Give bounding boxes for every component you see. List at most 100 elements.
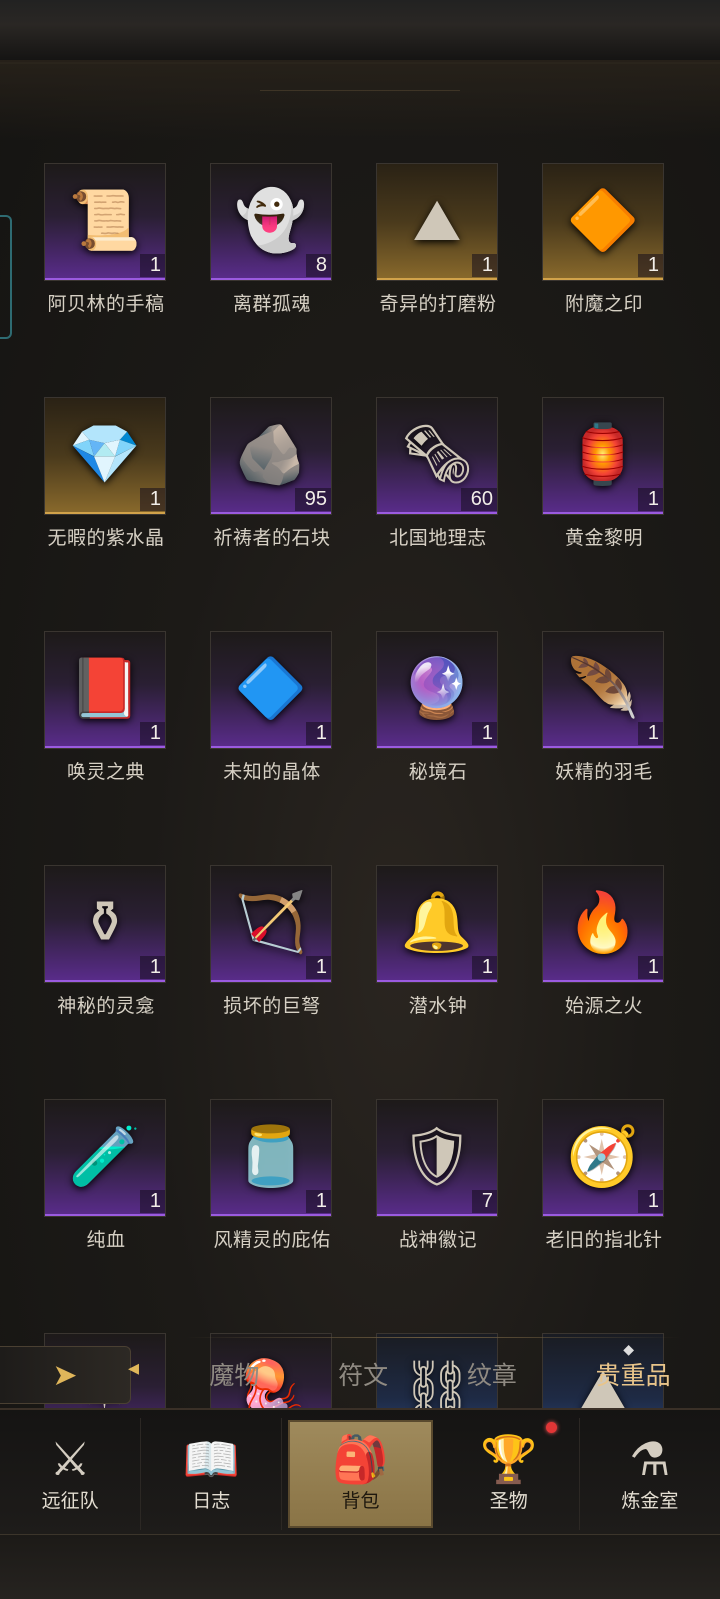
category-tab[interactable]: 符文 bbox=[332, 1356, 394, 1392]
item-tile[interactable]: 🫙 1 bbox=[210, 1099, 332, 1217]
item-tile[interactable]: 🏮 1 bbox=[542, 397, 664, 515]
item-quantity: 1 bbox=[471, 955, 497, 979]
item-quantity: 1 bbox=[637, 253, 663, 277]
item-name: 纯血 bbox=[86, 1229, 126, 1251]
category-tabs: 魔物 符文 纹章 贵重品 ◆ bbox=[170, 1342, 710, 1402]
top-ornament bbox=[260, 90, 460, 131]
item-tile[interactable]: 📕 1 bbox=[44, 631, 166, 749]
category-tab[interactable]: 魔物 bbox=[203, 1356, 265, 1392]
item-tile[interactable]: 👻 8 bbox=[210, 163, 332, 281]
quantity-bar: 7 bbox=[377, 1188, 497, 1214]
arrow-icon: ➤ bbox=[52, 1357, 78, 1393]
journal-icon: 📖 bbox=[182, 1431, 240, 1486]
inventory-slot[interactable]: 👻 8 离群孤魂 bbox=[210, 163, 334, 316]
inventory-slot[interactable]: 🔷 1 未知的晶体 bbox=[210, 631, 334, 784]
war-emblem-icon: 🛡 bbox=[400, 1121, 474, 1190]
item-tile[interactable]: 🔷 1 bbox=[210, 631, 332, 749]
item-quantity: 1 bbox=[471, 721, 497, 745]
item-tile[interactable]: 🪨 95 bbox=[210, 397, 332, 515]
inventory-slot[interactable]: 🔥 1 始源之火 bbox=[542, 865, 666, 1018]
quantity-bar: 1 bbox=[211, 720, 331, 746]
item-quantity: 1 bbox=[637, 955, 663, 979]
item-tile[interactable]: 💎 1 bbox=[44, 397, 166, 515]
quantity-bar: 1 bbox=[45, 252, 165, 278]
item-quantity: 1 bbox=[305, 955, 331, 979]
powder-pile-icon: ⛰ bbox=[412, 185, 462, 254]
item-quantity: 7 bbox=[471, 1189, 497, 1213]
viking-helmet-icon: ⚔ bbox=[49, 1431, 91, 1486]
item-name: 奇异的打磨粉 bbox=[379, 293, 497, 315]
inventory-slot[interactable]: 🫙 1 风精灵的庇佑 bbox=[210, 1099, 334, 1252]
item-name: 无暇的紫水晶 bbox=[47, 527, 165, 549]
item-tile[interactable]: 🔮 1 bbox=[376, 631, 498, 749]
item-quantity: 95 bbox=[294, 487, 331, 511]
feather-icon: 🪶 bbox=[566, 653, 640, 722]
item-name: 祈祷者的石块 bbox=[213, 527, 331, 549]
category-tab[interactable]: 纹章 bbox=[461, 1356, 523, 1392]
backpack-icon: 🎒 bbox=[331, 1431, 390, 1486]
item-tile[interactable]: ⚱ 1 bbox=[44, 865, 166, 983]
top-frame bbox=[0, 0, 720, 140]
tome-icon: 📕 bbox=[68, 653, 142, 722]
item-quantity: 1 bbox=[637, 1189, 663, 1213]
inventory-slot[interactable]: 📕 1 唤灵之典 bbox=[44, 631, 168, 784]
item-quantity: 1 bbox=[471, 253, 497, 277]
inventory-slot[interactable]: 💎 1 无暇的紫水晶 bbox=[44, 397, 168, 550]
inventory-slot[interactable]: 🔮 1 秘境石 bbox=[376, 631, 500, 784]
chevron-left-icon[interactable]: ◂ bbox=[128, 1356, 139, 1381]
item-tile[interactable]: 🔥 1 bbox=[542, 865, 664, 983]
inventory-slot[interactable]: ⛰ 1 奇异的打磨粉 bbox=[376, 163, 500, 316]
inventory-slot[interactable]: 🪶 1 妖精的羽毛 bbox=[542, 631, 666, 784]
item-name: 妖精的羽毛 bbox=[555, 761, 653, 783]
stone-icon: 🪨 bbox=[234, 419, 308, 488]
inventory-slot[interactable]: 🧪 1 纯血 bbox=[44, 1099, 168, 1252]
inventory-slot[interactable]: 🔔 1 潜水钟 bbox=[376, 865, 500, 1018]
quantity-bar: 1 bbox=[377, 720, 497, 746]
nav-item-viking-helmet[interactable]: ⚔ 远征队 bbox=[0, 1418, 142, 1530]
nav-item-alchemy[interactable]: ⚗ 炼金室 bbox=[580, 1418, 720, 1530]
nav-item-relic[interactable]: 🏆 圣物 bbox=[439, 1418, 580, 1530]
item-tile[interactable]: 🔔 1 bbox=[376, 865, 498, 983]
quantity-bar: 95 bbox=[211, 486, 331, 512]
compass-icon: 🧭 bbox=[566, 1121, 640, 1190]
flame-icon: 🔥 bbox=[566, 887, 640, 956]
item-name: 唤灵之典 bbox=[66, 761, 145, 783]
nav-item-journal[interactable]: 📖 日志 bbox=[141, 1418, 283, 1530]
item-tile[interactable]: 🗞 60 bbox=[376, 397, 498, 515]
side-tab-handle[interactable] bbox=[0, 215, 12, 339]
inventory-slot[interactable]: 🪨 95 祈祷者的石块 bbox=[210, 397, 334, 550]
item-tile[interactable]: 🏹 1 bbox=[210, 865, 332, 983]
item-name: 未知的晶体 bbox=[223, 761, 321, 783]
nav-label: 日志 bbox=[192, 1489, 231, 1512]
item-name: 神秘的灵龛 bbox=[57, 995, 155, 1017]
item-quantity: 1 bbox=[305, 1189, 331, 1213]
bottom-nav: ⚔ 远征队 📖 日志 🎒 背包 🏆 圣物 ⚗ 炼金室 bbox=[0, 1408, 720, 1536]
category-tab[interactable]: 贵重品 bbox=[590, 1356, 677, 1392]
item-quantity: 1 bbox=[139, 253, 165, 277]
nav-item-backpack[interactable]: 🎒 背包 bbox=[288, 1420, 433, 1528]
inventory-slot[interactable]: 🛡 7 战神徽记 bbox=[376, 1099, 500, 1252]
item-name: 老旧的指北针 bbox=[545, 1229, 663, 1251]
lantern-icon: 🏮 bbox=[566, 419, 640, 488]
item-quantity: 60 bbox=[460, 487, 497, 511]
item-name: 附魔之印 bbox=[564, 293, 643, 315]
inventory-slot[interactable]: 📜 1 阿贝林的手稿 bbox=[44, 163, 168, 316]
inventory-slot[interactable]: 🔶 1 附魔之印 bbox=[542, 163, 666, 316]
item-tile[interactable]: 🪶 1 bbox=[542, 631, 664, 749]
quantity-bar: 60 bbox=[377, 486, 497, 512]
inventory-slot[interactable]: 🏮 1 黄金黎明 bbox=[542, 397, 666, 550]
active-tab-marker-icon: ◆ bbox=[623, 1342, 634, 1358]
nav-label: 圣物 bbox=[489, 1489, 528, 1512]
category-toggle-button[interactable]: ➤ bbox=[0, 1346, 131, 1404]
inventory-slot[interactable]: 🗞 60 北国地理志 bbox=[376, 397, 500, 550]
item-tile[interactable]: ⛰1 bbox=[376, 163, 498, 281]
inventory-slot[interactable]: ⚱ 1 神秘的灵龛 bbox=[44, 865, 168, 1018]
item-tile[interactable]: 🔶 1 bbox=[542, 163, 664, 281]
inventory-slot[interactable]: 🧭 1 老旧的指北针 bbox=[542, 1099, 666, 1252]
item-tile[interactable]: 🛡 7 bbox=[376, 1099, 498, 1217]
inventory-slot[interactable]: 🏹 1 损坏的巨弩 bbox=[210, 865, 334, 1018]
quantity-bar: 1 bbox=[211, 954, 331, 980]
item-tile[interactable]: 📜 1 bbox=[44, 163, 166, 281]
item-tile[interactable]: 🧪 1 bbox=[44, 1099, 166, 1217]
item-tile[interactable]: 🧭 1 bbox=[542, 1099, 664, 1217]
